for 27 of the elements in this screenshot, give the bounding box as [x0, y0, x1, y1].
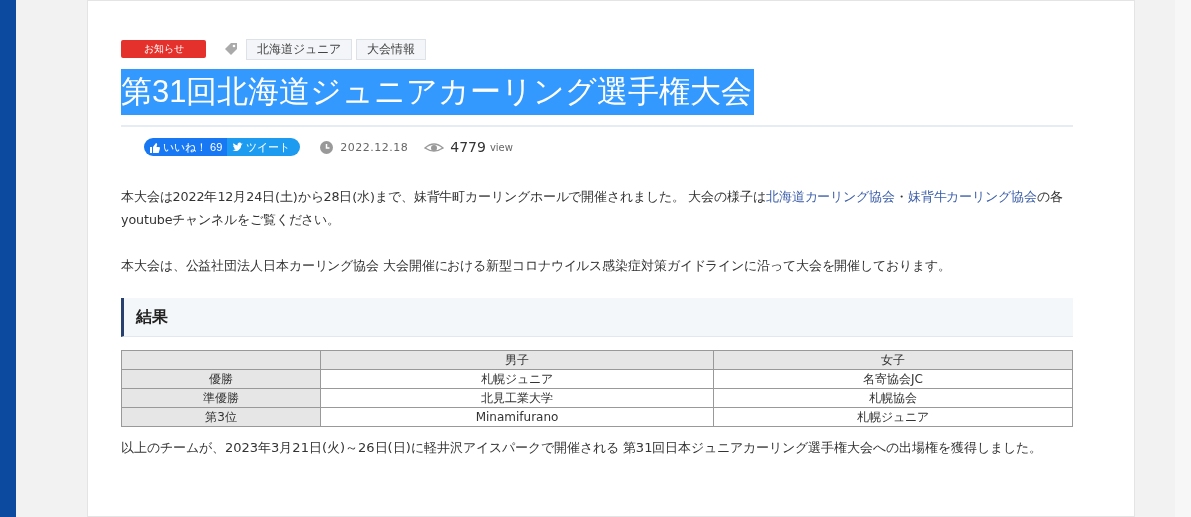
table-cell: 北見工業大学 — [320, 388, 714, 408]
table-cell: 名寄協会JC — [713, 369, 1073, 389]
text-link[interactable]: 妹背牛カーリング協会 — [907, 189, 1037, 204]
table-cell: 札幌協会 — [713, 388, 1073, 408]
category-label[interactable]: お知らせ — [121, 40, 206, 58]
table-cell: 札幌ジュニア — [713, 407, 1073, 427]
eye-icon — [424, 140, 445, 154]
table-cell: 札幌ジュニア — [320, 369, 714, 389]
header-cell: 女子 — [713, 350, 1073, 370]
header-cell: 男子 — [320, 350, 714, 370]
table-cell: Minamifurano — [320, 407, 714, 427]
view-count: 4779 — [450, 139, 486, 155]
tag-link[interactable]: 大会情報 — [356, 38, 426, 60]
clock-icon — [320, 140, 334, 154]
section-heading: 結果 — [121, 298, 1073, 337]
body-paragraph: 本大会は、公益社団法人日本カーリング協会 大会開催における新型コロナウイルス感染症対策ガイドラインに沿って大会を開催しております。 — [121, 257, 952, 275]
view-unit: view — [489, 141, 513, 153]
text-link[interactable]: 北海道カーリング協会 — [765, 189, 895, 204]
article-title: 第31回北海道ジュニアカーリング選手権大会 — [121, 69, 755, 115]
bird-icon — [232, 141, 244, 153]
tag-link[interactable]: 北海道ジュニア — [246, 38, 352, 60]
tag-icon — [224, 42, 238, 56]
like-button[interactable]: いいね！ 69 — [144, 138, 228, 156]
body-paragraph: 以上のチームが、2023年3月21日(火)～26日(日)に軽井沢アイスパークで開催される 第31回日本ジュニアカーリング選手権大会への出場権を獲得しました。 — [121, 439, 1044, 458]
thumbs-up-icon — [149, 141, 160, 153]
post-date: 2022.12.18 — [340, 140, 409, 154]
body-paragraph: 本大会は2022年12月24日(土)から28日(水)まで、妹背牛町カーリングホールで開催されました。 大会の様子は北海道カーリング協会・妹背牛カーリング協会の各youtubeチャンネルをご覧ください。 — [121, 188, 1064, 229]
